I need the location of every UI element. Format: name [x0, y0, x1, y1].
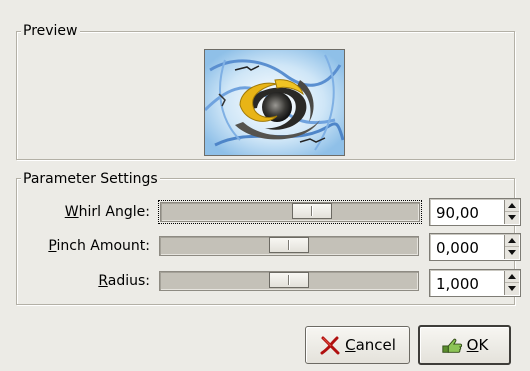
radius-label: Radius: [0, 272, 150, 290]
ok-button[interactable]: OK [418, 325, 511, 365]
whirl-angle-spin-buttons [504, 200, 519, 224]
radius-mnemonic: R [98, 273, 108, 289]
cancel-label-text: ancel [355, 336, 396, 354]
radius-slider[interactable] [159, 271, 419, 291]
radius-label-text: adius: [107, 273, 150, 289]
arrow-up-icon [508, 238, 516, 243]
cancel-x-icon [320, 336, 340, 355]
arrow-down-icon [508, 286, 516, 291]
pinch-amount-increment-button[interactable] [505, 235, 519, 247]
parameter-settings-title: Parameter Settings [21, 171, 160, 187]
ok-mnemonic: O [466, 336, 479, 354]
radius-decrement-button[interactable] [505, 283, 519, 295]
whirl-pinch-dialog: Preview Parameter Settings Whirl Angle: … [0, 0, 530, 371]
whirl-angle-slider-thumb[interactable] [292, 203, 332, 219]
whirl-angle-decrement-button[interactable] [505, 212, 519, 224]
whirl-angle-value[interactable]: 90,00 [436, 204, 479, 222]
whirl-angle-slider[interactable] [158, 200, 422, 224]
arrow-down-icon [508, 215, 516, 220]
arrow-up-icon [508, 203, 516, 208]
cancel-mnemonic: C [345, 336, 356, 354]
pinch-amount-spin-buttons [504, 235, 519, 259]
arrow-up-icon [508, 274, 516, 279]
preview-image [204, 49, 345, 156]
cancel-button[interactable]: Cancel [305, 326, 410, 364]
whirl-angle-label-text: hirl Angle: [78, 204, 150, 220]
radius-spin-buttons [504, 271, 519, 295]
arrow-down-icon [508, 250, 516, 255]
pinch-amount-label: Pinch Amount: [0, 237, 150, 255]
pinch-amount-spinbutton[interactable]: 0,000 [429, 233, 521, 261]
cancel-button-label: Cancel [345, 336, 396, 354]
ok-button-content: OK [420, 327, 509, 363]
whirl-angle-increment-button[interactable] [505, 200, 519, 212]
pinch-amount-decrement-button[interactable] [505, 247, 519, 259]
cancel-button-content: Cancel [306, 327, 409, 363]
whirl-angle-mnemonic: W [64, 204, 79, 220]
pinch-amount-slider[interactable] [159, 236, 419, 256]
pinch-amount-label-text: inch Amount: [56, 238, 150, 254]
ok-button-label: OK [467, 336, 489, 354]
ok-hand-icon [442, 338, 462, 353]
radius-increment-button[interactable] [505, 271, 519, 283]
radius-value[interactable]: 1,000 [436, 275, 479, 293]
ok-label-text: K [478, 336, 489, 354]
whirl-angle-spinbutton[interactable]: 90,00 [429, 198, 521, 226]
pinch-amount-value[interactable]: 0,000 [436, 239, 479, 257]
preview-frame-title: Preview [21, 23, 80, 39]
whirl-angle-label: Whirl Angle: [0, 203, 150, 221]
radius-spinbutton[interactable]: 1,000 [429, 269, 521, 297]
radius-slider-thumb[interactable] [269, 272, 309, 288]
pinch-amount-slider-thumb[interactable] [269, 237, 309, 253]
